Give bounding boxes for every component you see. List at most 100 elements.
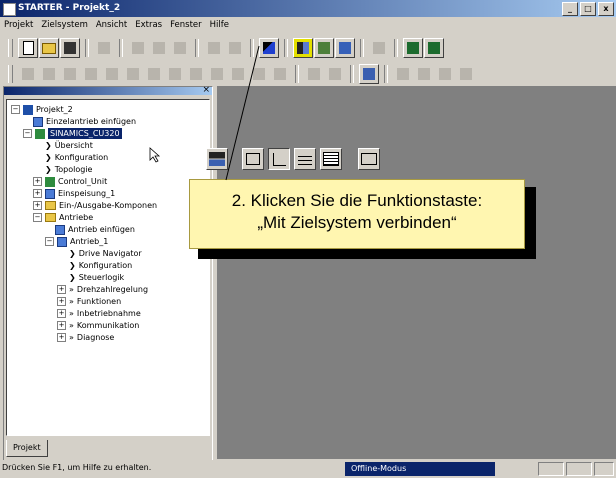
tree-label: Topologie [54,165,93,174]
tree-item[interactable]: Antrieb einfügen [55,224,135,235]
expand-icon[interactable]: + [57,297,66,306]
menu-extras[interactable]: Extras [131,20,166,30]
tree-item[interactable]: + Control_Unit [33,176,107,187]
arrow-icon: ❯ [69,273,76,282]
list-icon [373,42,385,54]
connect-target-button-zoom[interactable] [206,148,228,170]
tb2-button-3[interactable] [60,64,80,84]
tb2-button-4[interactable] [81,64,101,84]
expand-icon[interactable]: + [57,321,66,330]
close-button[interactable]: x [598,2,614,16]
tb2-button-6[interactable] [123,64,143,84]
view-button-5[interactable] [358,148,380,170]
help-pointer-button[interactable] [259,38,279,58]
view-button-3[interactable] [294,148,316,170]
tb2-button-15[interactable] [325,64,345,84]
tree-item[interactable]: ❯ Drive Navigator [69,248,142,259]
monitor-button[interactable] [403,38,423,58]
expand-icon[interactable]: + [33,177,42,186]
upload-button[interactable] [335,38,355,58]
tb2-button-2[interactable] [39,64,59,84]
maximize-button[interactable]: □ [580,2,596,16]
save-button[interactable] [60,38,80,58]
tree-label: Drive Navigator [78,249,142,258]
print-button[interactable] [94,38,114,58]
collapse-icon[interactable]: − [11,105,20,114]
tree-item[interactable]: + Ein-/Ausgabe-Komponen [33,200,157,211]
workspace [217,86,616,459]
toolbar-grip[interactable] [8,65,13,83]
tb2-button-7[interactable] [144,64,164,84]
copy-button[interactable] [149,38,169,58]
tree-item[interactable]: Einzelantrieb einfügen [33,116,136,127]
tb2-button-16[interactable] [359,64,379,84]
tree-item[interactable]: ❯ Topologie [45,164,92,175]
tree-item[interactable]: +» Kommunikation [57,320,139,331]
status-cell [594,462,614,476]
panel-close-icon[interactable]: × [202,85,210,95]
tb2-button-1[interactable] [18,64,38,84]
tree-label: Kommunikation [76,321,140,330]
tb2-button-10[interactable] [207,64,227,84]
list-button[interactable] [369,38,389,58]
connect-target-button[interactable] [293,38,313,58]
tb2-button-8[interactable] [165,64,185,84]
tb2-button-20[interactable] [456,64,476,84]
open-button[interactable] [39,38,59,58]
menu-zielsystem[interactable]: Zielsystem [37,20,92,30]
expand-icon[interactable]: + [57,285,66,294]
tree-item[interactable]: − Projekt_2 [11,104,73,115]
tree-item[interactable]: − Antriebe [33,212,93,223]
tb2-icon-5 [106,68,118,80]
cut-button[interactable] [128,38,148,58]
view-button-2[interactable] [268,148,290,170]
tree-label: Inbetriebnahme [76,309,141,318]
view-icon-5 [361,153,377,165]
tree-item[interactable]: ❯ Übersicht [45,140,93,151]
tab-projekt[interactable]: Projekt [6,440,48,457]
expand-icon[interactable]: + [33,201,42,210]
redo-icon [229,42,241,54]
tree-label: Antrieb einfügen [68,225,135,234]
tree-item[interactable]: ❯ Konfiguration [69,260,132,271]
tree-item[interactable]: +» Funktionen [57,296,121,307]
tb2-button-13[interactable] [270,64,290,84]
paste-button[interactable] [170,38,190,58]
toolbar-grip[interactable] [8,39,13,57]
collapse-icon[interactable]: − [23,129,32,138]
tree-item[interactable]: ❯ Steuerlogik [69,272,124,283]
expand-icon[interactable]: + [57,333,66,342]
tb2-button-17[interactable] [393,64,413,84]
tree-item[interactable]: +» Inbetriebnahme [57,308,141,319]
new-button[interactable] [18,38,38,58]
download-button[interactable] [314,38,334,58]
tb2-button-12[interactable] [249,64,269,84]
tree-item[interactable]: ❯ Konfiguration [45,152,108,163]
tree-item[interactable]: − Antrieb_1 [45,236,108,247]
expand-icon[interactable]: + [57,309,66,318]
view-button-1[interactable] [242,148,264,170]
tb2-button-9[interactable] [186,64,206,84]
menu-fenster[interactable]: Fenster [166,20,206,30]
minimize-button[interactable]: _ [562,2,578,16]
collapse-icon[interactable]: − [45,237,54,246]
expand-icon[interactable]: + [33,189,42,198]
menu-ansicht[interactable]: Ansicht [92,20,131,30]
tb2-button-18[interactable] [414,64,434,84]
menu-hilfe[interactable]: Hilfe [206,20,233,30]
tree-item[interactable]: +» Drehzahlregelung [57,284,148,295]
undo-button[interactable] [204,38,224,58]
tree-item[interactable]: + Einspeisung_1 [33,188,115,199]
collapse-icon[interactable]: − [33,213,42,222]
redo-button[interactable] [225,38,245,58]
monitor2-button[interactable] [424,38,444,58]
tb2-button-14[interactable] [304,64,324,84]
view-button-4[interactable] [320,148,342,170]
tb2-button-11[interactable] [228,64,248,84]
tb2-button-19[interactable] [435,64,455,84]
tree-item[interactable]: +» Diagnose [57,332,114,343]
menu-projekt[interactable]: Projekt [0,20,37,30]
tree-item[interactable]: − SINAMICS_CU320 [23,128,122,139]
tb2-button-5[interactable] [102,64,122,84]
separator [394,39,398,57]
